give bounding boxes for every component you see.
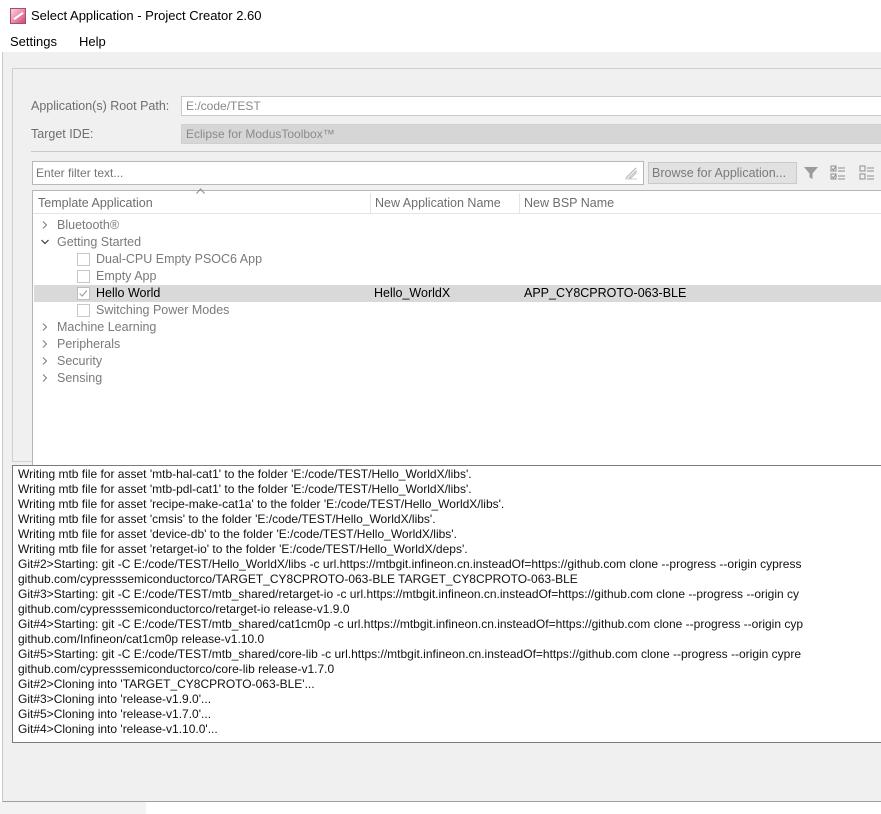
tree-row-label: Security <box>57 354 103 368</box>
tree-app-hello-world[interactable]: Hello World Hello_WorldX APP_CY8CPROTO-0… <box>34 285 881 302</box>
tree-category-getting-started[interactable]: Getting Started <box>34 234 881 251</box>
column-new-application-name[interactable]: New Application Name <box>375 196 501 210</box>
window-body: Application(s) Root Path: E:/code/TEST T… <box>2 52 881 802</box>
log-line: Writing mtb file for asset 'recipe-make-… <box>18 497 505 511</box>
log-line: Writing mtb file for asset 'cmsis' to th… <box>18 512 436 526</box>
project-creator-icon <box>10 7 26 24</box>
tree-category-bluetooth[interactable]: Bluetooth® <box>34 217 881 234</box>
tree-row-label: Dual-CPU Empty PSOC6 App <box>96 252 263 266</box>
log-line: Git#2>Cloning into 'TARGET_CY8CPROTO-063… <box>18 677 315 691</box>
tree-app-dual-cpu[interactable]: Dual-CPU Empty PSOC6 App <box>34 251 881 268</box>
tree-row-label: Peripherals <box>57 337 121 351</box>
tree-row-label: Switching Power Modes <box>96 303 230 317</box>
tree-category-security[interactable]: Security <box>34 353 881 370</box>
log-line: github.com/cypresssemiconductorco/TARGET… <box>18 572 578 586</box>
tree-category-peripherals[interactable]: Peripherals <box>34 336 881 353</box>
log-line: Git#5>Starting: git -C E:/code/TEST/mtb_… <box>18 647 802 661</box>
log-output[interactable]: Writing mtb file for asset 'mtb-hal-cat1… <box>12 465 881 743</box>
funnel-filter-icon[interactable] <box>802 164 820 182</box>
tree-app-empty-app[interactable]: Empty App <box>34 268 881 285</box>
log-line: Git#5>Cloning into 'release-v1.7.0'... <box>18 707 212 721</box>
column-divider <box>370 193 371 213</box>
log-line: Writing mtb file for asset 'mtb-pdl-cat1… <box>18 482 472 496</box>
tree-row-label: Getting Started <box>57 235 142 249</box>
filter-input[interactable] <box>32 161 644 185</box>
tree-category-sensing[interactable]: Sensing <box>34 370 881 387</box>
menu-help[interactable]: Help <box>69 34 116 49</box>
log-line: Writing mtb file for asset 'retarget-io'… <box>18 542 468 556</box>
target-ide-select[interactable]: Eclipse for ModusToolbox™ <box>181 124 881 144</box>
app-checkbox[interactable] <box>77 304 90 317</box>
log-line: Git#2>Starting: git -C E:/code/TEST/Hell… <box>18 557 802 571</box>
tree-header: Template Application New Application Nam… <box>33 188 881 214</box>
menu-bar: Settings Help <box>0 31 881 52</box>
chevron-right-icon[interactable] <box>40 339 50 349</box>
deselect-all-icon[interactable] <box>858 164 876 182</box>
checkmark-icon <box>79 290 88 297</box>
tree-row-label: Bluetooth® <box>57 218 120 232</box>
target-ide-label: Target IDE: <box>31 127 94 141</box>
log-line: Writing mtb file for asset 'mtb-hal-cat1… <box>18 467 472 481</box>
log-line: github.com/Infineon/cat1cm0p release-v1.… <box>18 632 265 646</box>
template-tree: Template Application New Application Nam… <box>32 188 881 467</box>
menu-settings[interactable]: Settings <box>0 34 69 49</box>
column-template-application[interactable]: Template Application <box>38 196 153 210</box>
tree-category-machine-learning[interactable]: Machine Learning <box>34 319 881 336</box>
tree-row-label: Sensing <box>57 371 103 385</box>
window-title: Select Application - Project Creator 2.6… <box>31 8 262 23</box>
title-bar: Select Application - Project Creator 2.6… <box>0 0 881 31</box>
log-line: github.com/cypresssemiconductorco/retarg… <box>18 602 350 616</box>
column-divider <box>519 193 520 213</box>
footer-strip <box>0 802 146 814</box>
tree-row-label: Empty App <box>96 269 157 283</box>
select-all-icon[interactable] <box>829 164 847 182</box>
chevron-right-icon[interactable] <box>40 373 50 383</box>
tree-row-label: Machine Learning <box>57 320 157 334</box>
root-path-label: Application(s) Root Path: <box>31 99 170 113</box>
new-application-name-cell[interactable]: Hello_WorldX <box>374 286 450 300</box>
chevron-down-icon[interactable] <box>40 237 50 247</box>
tree-app-switching-power-modes[interactable]: Switching Power Modes <box>34 302 881 319</box>
new-bsp-name-cell[interactable]: APP_CY8CPROTO-063-BLE <box>524 286 686 300</box>
chevron-right-icon[interactable] <box>40 356 50 366</box>
app-checkbox[interactable] <box>77 270 90 283</box>
app-checkbox[interactable] <box>77 253 90 266</box>
tree-row-label: Hello World <box>96 286 161 300</box>
log-line: Git#4>Cloning into 'release-v1.10.0'... <box>18 722 218 736</box>
log-line: Git#4>Starting: git -C E:/code/TEST/mtb_… <box>18 617 804 631</box>
log-line: github.com/cypresssemiconductorco/core-l… <box>18 662 335 676</box>
application-selection-group: Application(s) Root Path: E:/code/TEST T… <box>12 68 881 467</box>
chevron-right-icon[interactable] <box>40 322 50 332</box>
log-line: Writing mtb file for asset 'device-db' t… <box>18 527 457 541</box>
chevron-right-icon[interactable] <box>40 220 50 230</box>
divider <box>31 151 881 152</box>
log-line: Git#3>Starting: git -C E:/code/TEST/mtb_… <box>18 587 800 601</box>
root-path-field[interactable]: E:/code/TEST <box>181 96 881 116</box>
browse-for-application-button[interactable]: Browse for Application... <box>648 162 797 184</box>
eraser-icon[interactable] <box>624 166 638 180</box>
sort-caret-icon <box>196 188 205 194</box>
column-new-bsp-name[interactable]: New BSP Name <box>524 196 614 210</box>
log-line: Git#3>Cloning into 'release-v1.9.0'... <box>18 692 212 706</box>
app-checkbox-checked[interactable] <box>77 287 90 300</box>
